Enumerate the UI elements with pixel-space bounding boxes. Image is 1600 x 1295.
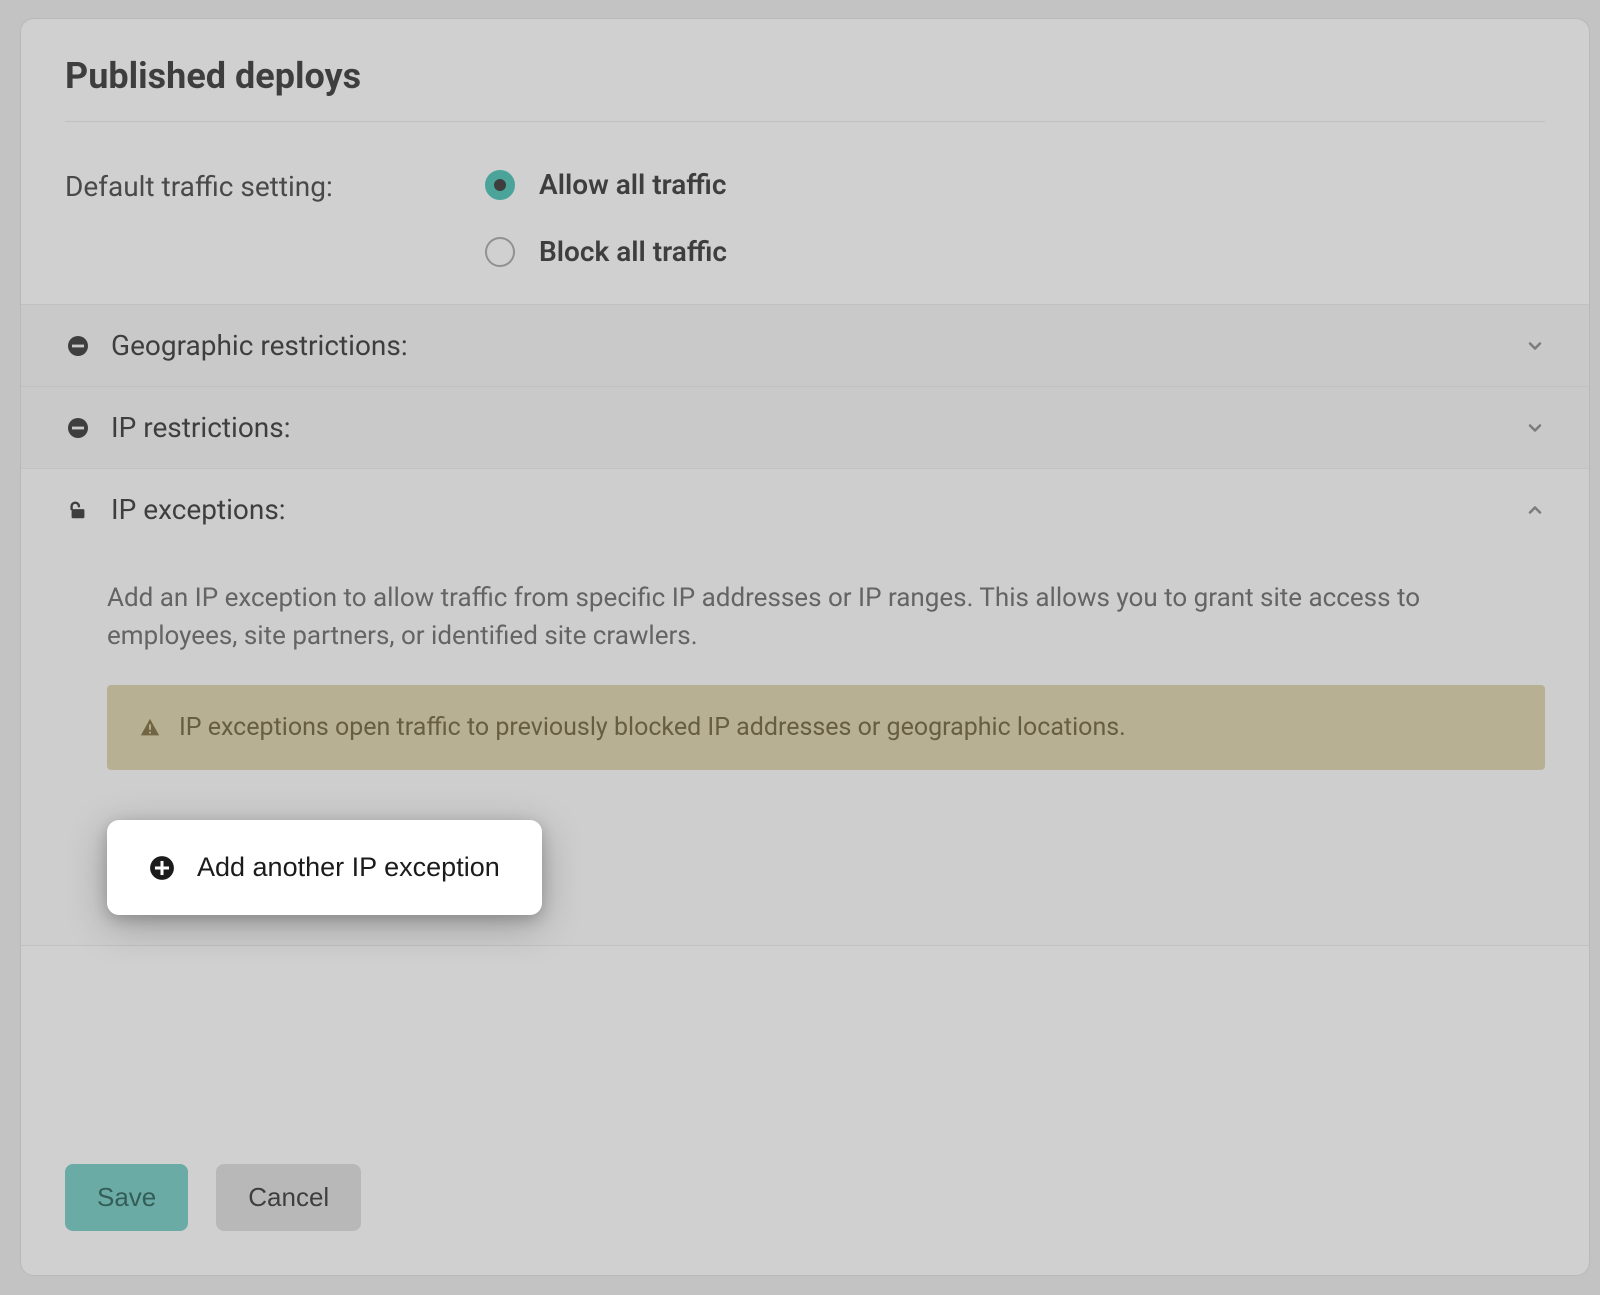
radio-unselected-icon xyxy=(485,237,515,267)
allow-all-traffic-radio[interactable]: Allow all traffic xyxy=(485,168,727,201)
add-ip-exception-button[interactable]: Add another IP exception xyxy=(107,820,542,915)
default-traffic-setting: Default traffic setting: Allow all traff… xyxy=(65,168,1545,268)
radio-selected-icon xyxy=(485,170,515,200)
chevron-down-icon xyxy=(1525,418,1545,438)
restrictions-accordion: Geographic restrictions: IP restrictions… xyxy=(21,304,1589,946)
ip-restrictions-row: IP restrictions: xyxy=(21,387,1589,469)
ip-exceptions-row: IP exceptions: Add an IP exception to al… xyxy=(21,469,1589,946)
plus-circle-icon xyxy=(149,855,175,881)
geographic-restrictions-toggle[interactable]: Geographic restrictions: xyxy=(21,305,1589,386)
panel-title: Published deploys xyxy=(65,55,1545,122)
cancel-button[interactable]: Cancel xyxy=(216,1164,361,1231)
published-deploys-panel: Published deploys Default traffic settin… xyxy=(20,18,1590,1276)
block-all-traffic-radio[interactable]: Block all traffic xyxy=(485,235,727,268)
ip-exceptions-warning-text: IP exceptions open traffic to previously… xyxy=(179,713,1126,742)
warning-icon xyxy=(139,717,161,739)
ip-exceptions-body: Add an IP exception to allow traffic fro… xyxy=(21,550,1589,945)
allow-all-traffic-label: Allow all traffic xyxy=(539,168,726,201)
footer-actions: Save Cancel xyxy=(65,1164,361,1231)
chevron-down-icon xyxy=(1525,336,1545,356)
ip-exceptions-toggle[interactable]: IP exceptions: xyxy=(21,469,1589,550)
ip-exceptions-label: IP exceptions: xyxy=(111,493,1525,526)
save-button[interactable]: Save xyxy=(65,1164,188,1231)
ip-restrictions-toggle[interactable]: IP restrictions: xyxy=(21,387,1589,468)
ip-exceptions-description: Add an IP exception to allow traffic fro… xyxy=(107,580,1545,655)
traffic-radio-group: Allow all traffic Block all traffic xyxy=(485,168,727,268)
geographic-restrictions-row: Geographic restrictions: xyxy=(21,305,1589,387)
add-ip-exception-label: Add another IP exception xyxy=(197,852,500,883)
minus-circle-icon xyxy=(65,333,91,359)
block-all-traffic-label: Block all traffic xyxy=(539,235,727,268)
ip-exceptions-warning: IP exceptions open traffic to previously… xyxy=(107,685,1545,770)
minus-circle-icon xyxy=(65,415,91,441)
unlock-icon xyxy=(65,497,91,523)
ip-restrictions-label: IP restrictions: xyxy=(111,411,1525,444)
default-traffic-label: Default traffic setting: xyxy=(65,168,485,203)
chevron-up-icon xyxy=(1525,500,1545,520)
geographic-restrictions-label: Geographic restrictions: xyxy=(111,329,1525,362)
